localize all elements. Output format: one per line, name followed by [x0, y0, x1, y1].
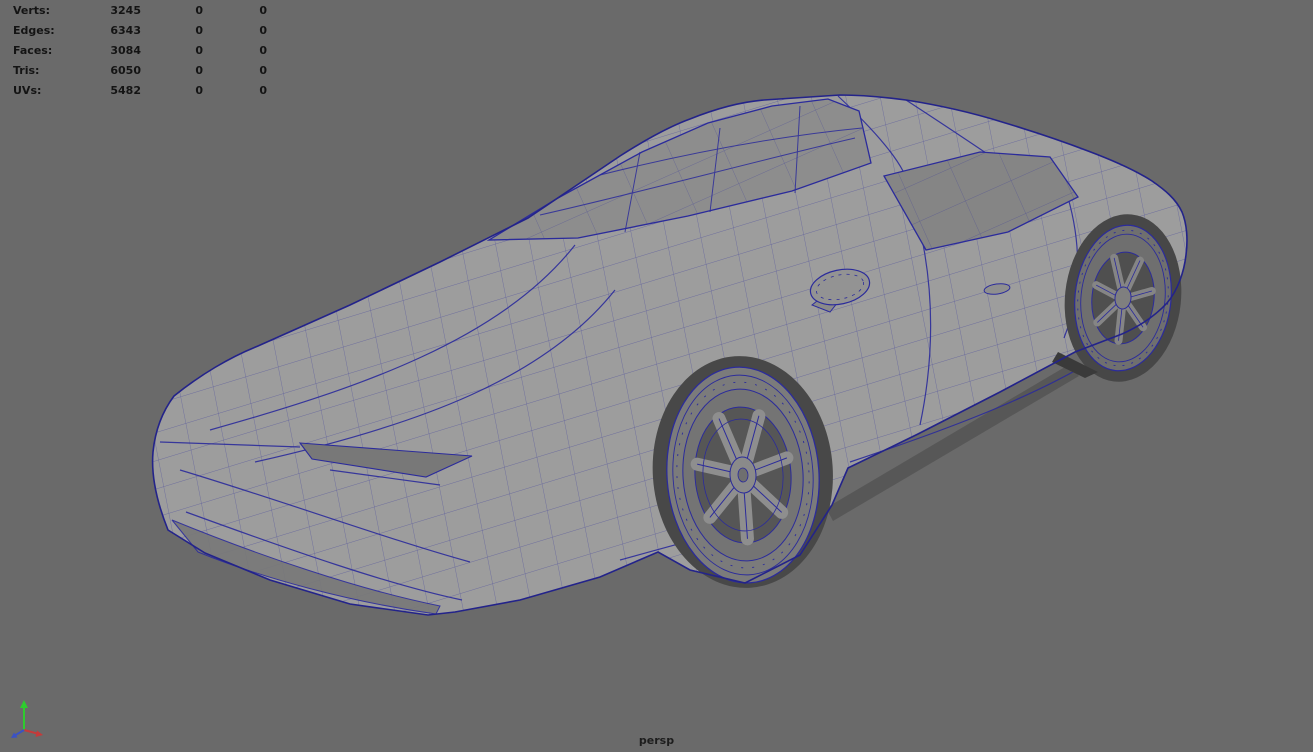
hud-row-verts: Verts: 3245 0 0 — [13, 1, 267, 21]
hud-total: 3084 — [110, 44, 141, 57]
hud-col2: 0 — [195, 4, 203, 17]
camera-name-label: persp — [638, 734, 675, 747]
hud-col2: 0 — [195, 44, 203, 57]
viewport-3d[interactable]: Verts: 3245 0 0 Edges: 6343 0 0 Faces: 3… — [0, 0, 1313, 752]
hud-total: 3245 — [110, 4, 141, 17]
hud-total: 6050 — [110, 64, 141, 77]
hud-row-faces: Faces: 3084 0 0 — [13, 41, 267, 61]
hud-col3: 0 — [259, 64, 267, 77]
hud-col3: 0 — [259, 24, 267, 37]
hud-row-tris: Tris: 6050 0 0 — [13, 61, 267, 81]
hud-label: Faces: — [13, 44, 53, 57]
hud-col2: 0 — [195, 24, 203, 37]
hud-col3: 0 — [259, 4, 267, 17]
y-axis-arrow — [20, 700, 28, 730]
poly-count-hud: Verts: 3245 0 0 Edges: 6343 0 0 Faces: 3… — [13, 1, 267, 101]
hud-total: 6343 — [110, 24, 141, 37]
hud-label: UVs: — [13, 84, 42, 97]
hud-col3: 0 — [259, 84, 267, 97]
hud-row-edges: Edges: 6343 0 0 — [13, 21, 267, 41]
hud-row-uvs: UVs: 5482 0 0 — [13, 81, 267, 101]
hud-label: Tris: — [13, 64, 40, 77]
hud-col2: 0 — [195, 84, 203, 97]
hud-total: 5482 — [110, 84, 141, 97]
hud-label: Verts: — [13, 4, 51, 17]
hud-col2: 0 — [195, 64, 203, 77]
car-model[interactable] — [0, 0, 1313, 752]
hud-label: Edges: — [13, 24, 55, 37]
hud-col3: 0 — [259, 44, 267, 57]
